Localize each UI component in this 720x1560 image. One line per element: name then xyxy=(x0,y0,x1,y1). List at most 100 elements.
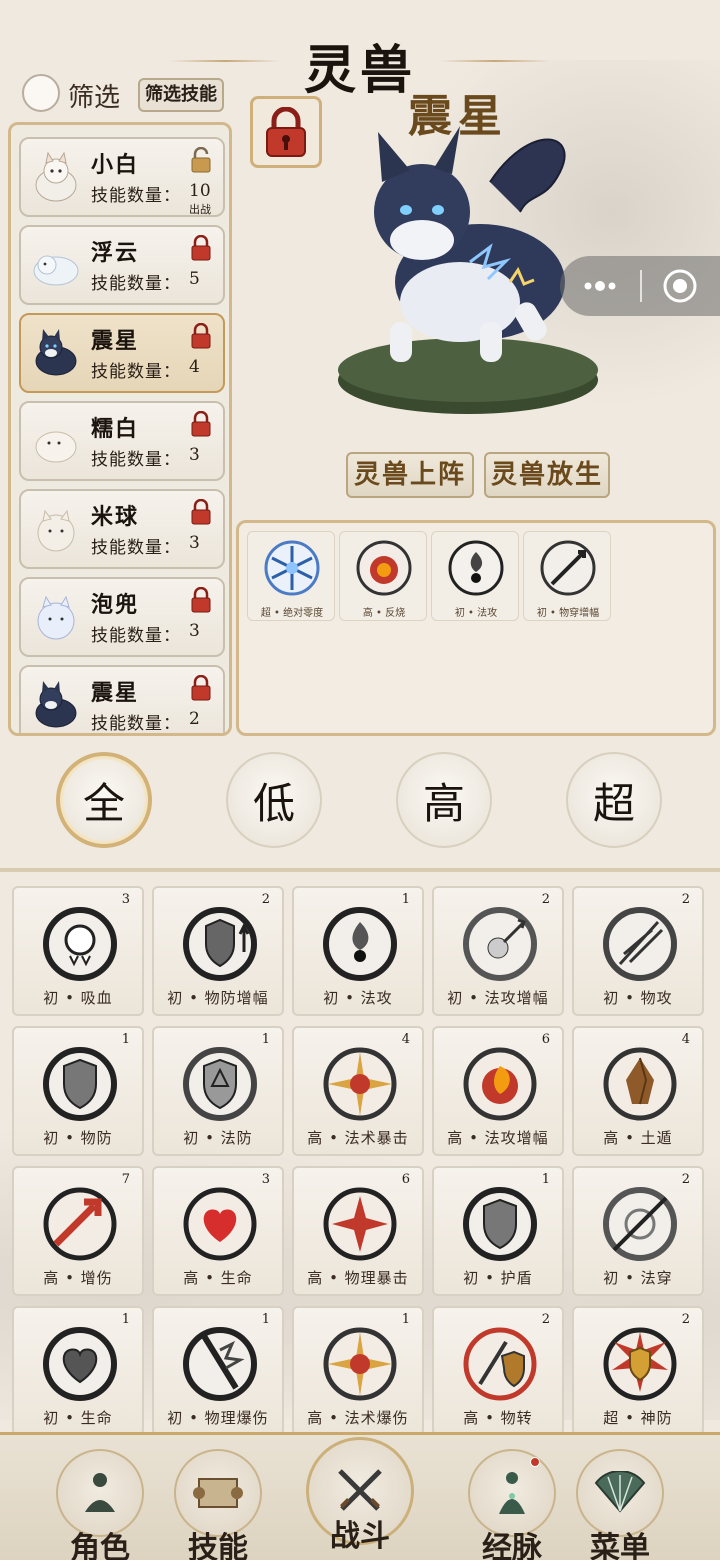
lock-icon xyxy=(266,107,306,157)
magic-shield-icon xyxy=(183,1047,257,1121)
skill-card[interactable]: 4高 • 法术暴击 xyxy=(292,1026,424,1156)
skill-count-label: 技能数量： xyxy=(91,186,181,206)
lock-icon[interactable] xyxy=(189,411,213,437)
divider xyxy=(0,868,720,872)
tier-tab-low[interactable]: 低 xyxy=(226,752,322,848)
equipped-skill-label: 初 • 法攻 xyxy=(454,608,498,619)
skill-card[interactable]: 3初 • 吸血 xyxy=(12,886,144,1016)
sword-shield-icon xyxy=(463,1327,537,1401)
beast-avatar-icon xyxy=(35,151,77,202)
gold-shield-icon xyxy=(603,1327,677,1401)
fire-orb-icon xyxy=(356,540,412,596)
beast-item[interactable]: 震星 技能数量： 2 xyxy=(19,665,225,733)
skill-card[interactable]: 1初 • 物防 xyxy=(12,1026,144,1156)
orb-arrow-icon xyxy=(463,907,537,981)
skill-card[interactable]: 4高 • 土遁 xyxy=(572,1026,704,1156)
lock-icon[interactable] xyxy=(189,235,213,261)
skill-card[interactable]: 6高 • 物理暴击 xyxy=(292,1166,424,1296)
skill-card[interactable]: 1初 • 生命 xyxy=(12,1306,144,1436)
deploy-beast-button[interactable]: 灵兽上阵 xyxy=(346,452,474,498)
skill-label: 初 • 法攻增幅 xyxy=(447,989,549,1007)
skill-count-label: 技能数量： xyxy=(91,362,181,382)
heart-outline-icon xyxy=(43,1327,117,1401)
tier-tab-all[interactable]: 全 xyxy=(56,752,152,848)
skill-label: 初 • 法穿 xyxy=(603,1269,673,1287)
skill-card[interactable]: 2初 • 法攻增幅 xyxy=(432,886,564,1016)
skill-card[interactable]: 1初 • 法防 xyxy=(152,1026,284,1156)
equipped-skill-slot[interactable]: 高 • 反烧 xyxy=(339,531,427,621)
beast-item[interactable]: 小白 技能数量： 10 出战 xyxy=(19,137,225,217)
nav-label: 角色 xyxy=(70,1531,130,1560)
nav-menu[interactable]: 菜单 xyxy=(568,1449,672,1560)
skill-label: 初 • 物防增幅 xyxy=(167,989,269,1007)
lock-beast-button[interactable] xyxy=(250,96,322,168)
nav-meridians[interactable]: 经脉 xyxy=(460,1449,564,1560)
nav-battle[interactable]: 战斗 xyxy=(306,1437,414,1559)
record-icon[interactable] xyxy=(650,256,710,316)
beast-avatar-icon xyxy=(35,329,77,376)
bottom-nav: 角色 技能 战斗 经脉 菜单 xyxy=(0,1432,720,1560)
beast-avatar-icon xyxy=(37,509,75,552)
skill-count-label: 技能数量： xyxy=(91,538,181,558)
frost-icon xyxy=(264,540,320,596)
scroll-icon xyxy=(193,1478,243,1508)
skill-count-label: 技能数量： xyxy=(91,626,181,646)
skill-card[interactable]: 1初 • 护盾 xyxy=(432,1166,564,1296)
beast-item[interactable]: 泡兜 技能数量： 3 xyxy=(19,577,225,657)
beast-item[interactable]: 米球 技能数量： 3 xyxy=(19,489,225,569)
beast-item[interactable]: 糯白 技能数量： 3 xyxy=(19,401,225,481)
skill-card[interactable]: 1初 • 物理爆伤 xyxy=(152,1306,284,1436)
equipped-skill-slot[interactable]: 初 • 法攻 xyxy=(431,531,519,621)
lock-icon[interactable] xyxy=(189,587,213,613)
skill-card[interactable]: 2初 • 法穿 xyxy=(572,1166,704,1296)
nav-label: 技能 xyxy=(188,1531,248,1560)
beast-item[interactable]: 浮云 技能数量： 5 xyxy=(19,225,225,305)
tier-tab-high[interactable]: 高 xyxy=(396,752,492,848)
skill-label: 高 • 土遁 xyxy=(603,1129,673,1147)
skill-label: 初 • 物攻 xyxy=(603,989,673,1007)
skill-card[interactable]: 1初 • 法攻 xyxy=(292,886,424,1016)
nav-skills[interactable]: 技能 xyxy=(166,1449,270,1560)
beast-name: 震星 xyxy=(91,680,140,706)
skill-label: 高 • 法攻增幅 xyxy=(447,1129,549,1147)
nav-label: 菜单 xyxy=(590,1531,650,1560)
skill-count-value: 3 xyxy=(189,533,200,553)
beast-list[interactable]: 小白 技能数量： 10 出战 浮云 技能数量： 5 震星 技能数量： 4 糯白 … xyxy=(8,122,232,736)
fan-icon xyxy=(594,1471,646,1513)
beast-avatar-icon xyxy=(37,595,75,640)
skill-card[interactable]: 3高 • 生命 xyxy=(152,1166,284,1296)
nav-character[interactable]: 角色 xyxy=(48,1449,152,1560)
more-icon[interactable] xyxy=(560,256,640,316)
beast-avatar-icon xyxy=(35,431,77,463)
filter-radio[interactable] xyxy=(22,74,60,112)
skill-card[interactable]: 6高 • 法攻增幅 xyxy=(432,1026,564,1156)
equipped-skill-slot[interactable]: 初 • 物穿增幅 xyxy=(523,531,611,621)
skill-card[interactable]: 2初 • 物防增幅 xyxy=(152,886,284,1016)
filter-skill-button[interactable]: 筛选技能 xyxy=(138,78,224,112)
tier-tab-super[interactable]: 超 xyxy=(566,752,662,848)
shield-up-icon xyxy=(183,907,257,981)
skill-count-label: 技能数量： xyxy=(91,450,181,470)
skill-card[interactable]: 1高 • 法术爆伤 xyxy=(292,1306,424,1436)
shield-icon xyxy=(463,1187,537,1261)
pill-divider xyxy=(640,270,642,302)
skill-count-value: 5 xyxy=(189,269,200,289)
release-beast-button[interactable]: 灵兽放生 xyxy=(484,452,610,498)
unlock-icon[interactable] xyxy=(189,147,213,173)
blade-icon xyxy=(603,907,677,981)
skill-card[interactable]: 2高 • 物转 xyxy=(432,1306,564,1436)
skill-card[interactable]: 2初 • 物攻 xyxy=(572,886,704,1016)
filter-label: 筛选 xyxy=(68,83,121,113)
beast-avatar-icon xyxy=(35,681,77,728)
lock-icon[interactable] xyxy=(189,323,213,349)
equipped-skill-slot[interactable]: 超 • 绝对零度 xyxy=(247,531,335,621)
beast-item-selected[interactable]: 震星 技能数量： 4 xyxy=(19,313,225,393)
skill-card[interactable]: 2超 • 神防 xyxy=(572,1306,704,1436)
skill-label: 初 • 法防 xyxy=(183,1129,253,1147)
skill-card[interactable]: 7高 • 增伤 xyxy=(12,1166,144,1296)
skill-label: 初 • 法攻 xyxy=(323,989,393,1007)
lock-icon[interactable] xyxy=(189,675,213,701)
side-panel-handle[interactable] xyxy=(560,256,720,316)
lock-icon[interactable] xyxy=(189,499,213,525)
title-ornament-left xyxy=(170,60,280,62)
